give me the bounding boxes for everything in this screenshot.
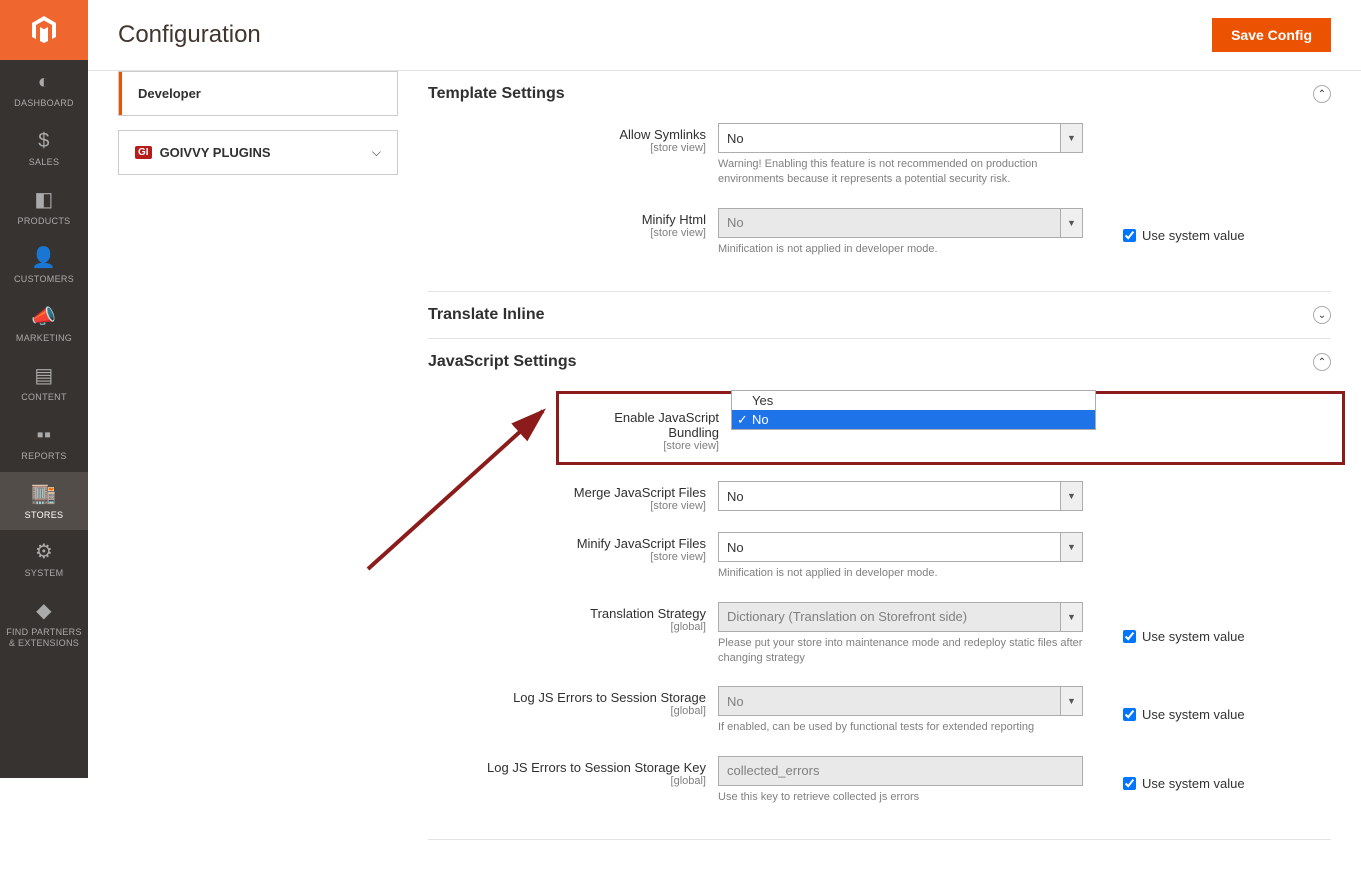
customers-icon: 👤: [31, 246, 56, 270]
goivvy-logo-icon: GI: [135, 146, 152, 159]
dropdown-arrow-icon: ▼: [1060, 687, 1082, 715]
nav-reports[interactable]: ▪▪REPORTS: [0, 413, 88, 472]
system-icon: ⚙: [35, 540, 53, 564]
dropdown-arrow-icon: ▼: [1060, 603, 1082, 631]
collapse-icon: ⌃: [1313, 353, 1331, 371]
dropdown-arrow-icon: ▼: [1060, 209, 1082, 237]
minify-html-label: Minify Html: [642, 212, 706, 227]
log-js-errors-use-system-checkbox[interactable]: [1123, 708, 1136, 721]
minify-html-select: No▼: [718, 208, 1083, 238]
section-template-settings[interactable]: Template Settings ⌃: [428, 85, 1331, 103]
section-javascript-settings[interactable]: JavaScript Settings ⌃: [428, 353, 1331, 371]
log-js-errors-label: Log JS Errors to Session Storage: [513, 690, 706, 705]
chevron-down-icon: ⌵: [372, 145, 381, 160]
dashboard-icon: ◐: [38, 70, 50, 94]
main-sidebar: ◐DASHBOARD $SALES ◧PRODUCTS 👤CUSTOMERS 📣…: [0, 0, 88, 778]
partners-icon: ◆: [36, 599, 52, 623]
translation-strategy-use-system-checkbox[interactable]: [1123, 630, 1136, 643]
minify-js-select[interactable]: No▼: [718, 532, 1083, 562]
js-bundling-option-yes[interactable]: Yes: [732, 391, 1095, 410]
allow-symlinks-select[interactable]: No▼: [718, 123, 1083, 153]
dropdown-arrow-icon: ▼: [1060, 533, 1082, 561]
log-js-errors-select: No▼: [718, 686, 1083, 716]
dropdown-arrow-icon: ▼: [1060, 124, 1082, 152]
highlight-annotation: Enable JavaScript Bundling [store view] …: [556, 391, 1345, 465]
minify-html-use-system-checkbox[interactable]: [1123, 229, 1136, 242]
allow-symlinks-label: Allow Symlinks: [619, 127, 706, 142]
content-icon: ▤: [34, 364, 53, 388]
page-header: Configuration Save Config: [88, 0, 1361, 71]
nav-sales[interactable]: $SALES: [0, 119, 88, 178]
translation-strategy-select: Dictionary (Translation on Storefront si…: [718, 602, 1083, 632]
magento-logo[interactable]: [0, 0, 88, 60]
save-config-button[interactable]: Save Config: [1212, 18, 1331, 52]
products-icon: ◧: [34, 188, 53, 212]
sales-icon: $: [38, 129, 49, 153]
nav-dashboard[interactable]: ◐DASHBOARD: [0, 60, 88, 119]
nav-content[interactable]: ▤CONTENT: [0, 354, 88, 413]
js-bundling-option-no[interactable]: No: [732, 410, 1095, 429]
page-title: Configuration: [118, 21, 261, 49]
enable-js-bundling-label: Enable JavaScript Bundling: [614, 410, 719, 440]
nav-customers[interactable]: 👤CUSTOMERS: [0, 236, 88, 295]
sidebar-item-goivvy-plugins[interactable]: GIGOIVVY PLUGINS ⌵: [119, 131, 397, 174]
dropdown-arrow-icon: ▼: [1060, 482, 1082, 510]
log-js-errors-key-input: [718, 756, 1083, 786]
stores-icon: 🏬: [31, 482, 56, 506]
reports-icon: ▪▪: [37, 423, 52, 447]
expand-icon: ⌄: [1313, 306, 1331, 324]
merge-js-select[interactable]: No▼: [718, 481, 1083, 511]
nav-products[interactable]: ◧PRODUCTS: [0, 178, 88, 237]
log-js-errors-key-use-system-checkbox[interactable]: [1123, 777, 1136, 790]
merge-js-label: Merge JavaScript Files: [574, 485, 706, 500]
collapse-icon: ⌃: [1313, 85, 1331, 103]
log-js-errors-key-label: Log JS Errors to Session Storage Key: [487, 760, 706, 775]
marketing-icon: 📣: [31, 305, 56, 329]
minify-js-label: Minify JavaScript Files: [577, 536, 706, 551]
js-bundling-dropdown[interactable]: Yes No: [731, 390, 1096, 430]
nav-system[interactable]: ⚙SYSTEM: [0, 530, 88, 589]
translation-strategy-label: Translation Strategy: [590, 606, 706, 621]
nav-marketing[interactable]: 📣MARKETING: [0, 295, 88, 354]
nav-partners[interactable]: ◆FIND PARTNERS & EXTENSIONS: [0, 589, 88, 659]
section-translate-inline[interactable]: Translate Inline ⌄: [428, 306, 1331, 324]
nav-stores[interactable]: 🏬STORES: [0, 472, 88, 531]
sidebar-item-developer[interactable]: Developer: [119, 72, 397, 115]
